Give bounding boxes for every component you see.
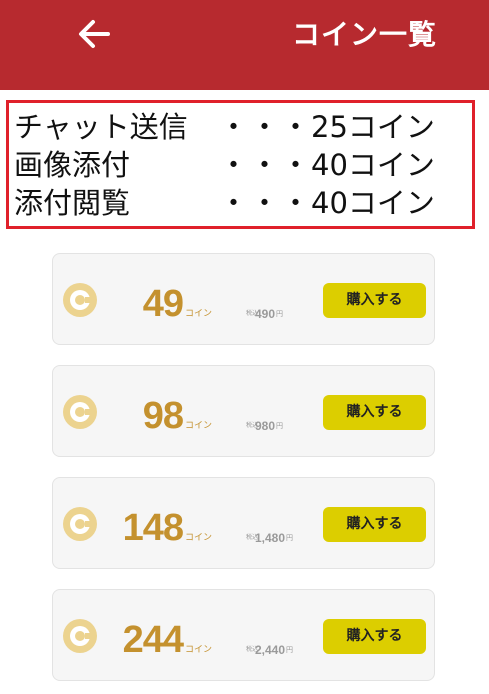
cost-dots: ・・・ — [219, 186, 313, 220]
app-header: コイン一覧 — [0, 0, 489, 90]
coin-amount: 49 — [142, 283, 184, 325]
price-value: 490 — [255, 307, 276, 321]
tax-label: 税込 — [246, 534, 259, 541]
coin-package-card: 98 コイン 税込 980 円 購入する — [52, 365, 435, 457]
cost-value: 25コイン — [311, 110, 435, 144]
coin-amount-group: 49 コイン — [143, 284, 212, 324]
cost-row-chat: チャット送信 ・・・ 25コイン — [14, 109, 474, 145]
coin-amount-group: 98 コイン — [143, 396, 212, 436]
cost-dots: ・・・ — [219, 148, 313, 182]
coin-unit: コイン — [184, 421, 212, 431]
arrow-left-icon — [79, 20, 110, 48]
price-unit: 円 — [276, 310, 284, 318]
coin-package-card: 148 コイン 税込 1,480 円 購入する — [52, 477, 435, 569]
price-unit: 円 — [286, 646, 294, 654]
cost-label: 画像添付 — [14, 148, 131, 182]
cost-label: 添付閲覧 — [14, 186, 131, 220]
coin-amount-group: 244 コイン — [123, 620, 212, 660]
coin-icon — [63, 395, 97, 429]
cost-row-image: 画像添付 ・・・ 40コイン — [14, 147, 474, 183]
cost-value: 40コイン — [311, 148, 435, 182]
price-unit: 円 — [286, 534, 294, 542]
price-group: 税込 1,480 円 — [246, 531, 293, 545]
page-title: コイン一覧 — [291, 18, 437, 51]
price-value: 1,480 — [255, 531, 286, 545]
buy-button[interactable]: 購入する — [323, 283, 426, 318]
coin-unit: コイン — [184, 533, 212, 543]
cost-row-view: 添付閲覧 ・・・ 40コイン — [14, 185, 474, 221]
cost-label: チャット送信 — [14, 110, 188, 144]
coin-icon — [63, 619, 97, 653]
price-group: 税込 2,440 円 — [246, 643, 293, 657]
coin-package-card: 244 コイン 税込 2,440 円 購入する — [52, 589, 435, 681]
price-value: 980 — [255, 419, 276, 433]
buy-button[interactable]: 購入する — [323, 619, 426, 654]
price-group: 税込 490 円 — [246, 307, 283, 321]
coin-unit: コイン — [184, 309, 212, 319]
coin-icon — [63, 283, 97, 317]
price-group: 税込 980 円 — [246, 419, 283, 433]
coin-unit: コイン — [184, 645, 212, 655]
buy-button[interactable]: 購入する — [323, 395, 426, 430]
coin-icon — [63, 507, 97, 541]
coin-amount-group: 148 コイン — [123, 508, 212, 548]
cost-dots: ・・・ — [219, 110, 313, 144]
tax-label: 税込 — [246, 422, 259, 429]
coin-amount: 244 — [122, 619, 184, 661]
coin-amount: 98 — [142, 395, 184, 437]
coin-cost-info: チャット送信 ・・・ 25コイン 画像添付 ・・・ 40コイン 添付閲覧 ・・・… — [6, 100, 475, 229]
price-unit: 円 — [276, 422, 284, 430]
coin-amount: 148 — [122, 507, 184, 549]
coin-package-card: 49 コイン 税込 490 円 購入する — [52, 253, 435, 345]
tax-label: 税込 — [246, 646, 259, 653]
cost-value: 40コイン — [311, 186, 435, 220]
tax-label: 税込 — [246, 310, 259, 317]
buy-button[interactable]: 購入する — [323, 507, 426, 542]
price-value: 2,440 — [255, 643, 286, 657]
back-button[interactable] — [70, 10, 118, 58]
